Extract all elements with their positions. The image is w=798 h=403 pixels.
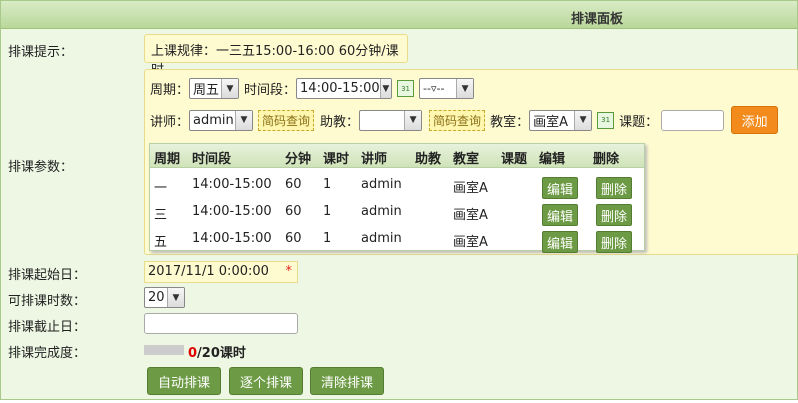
header-weekday: 周期: [154, 152, 181, 167]
params-label: 排课参数：: [8, 160, 74, 175]
classroom-label: 教室：: [490, 114, 530, 130]
end-date-input[interactable]: [144, 313, 298, 334]
clear-schedule-button[interactable]: 清除排课: [310, 367, 384, 395]
cell-weekday: 一: [154, 181, 168, 196]
cell-hours: 1: [323, 204, 332, 219]
completion-total: /20课时: [197, 346, 246, 361]
chevron-down-icon: ▼: [574, 110, 592, 130]
start-date-label: 排课起始日：: [8, 268, 87, 283]
chevron-down-icon: ▼: [221, 79, 239, 98]
cell-minutes: 60: [285, 177, 302, 192]
start-date-value: 2017/11/1 0:00:00: [148, 264, 269, 279]
cell-teacher: admin: [361, 204, 402, 219]
header-edit: 编辑: [539, 152, 566, 167]
hint-label: 排课提示：: [8, 45, 74, 60]
timeslot-select-value: 14:00-15:00: [300, 81, 380, 96]
cell-teacher: admin: [361, 231, 402, 246]
schedule-table: 周期 时间段 分钟 课时 讲师 助教 教室 课题 编辑 删除 一 14:00-1…: [149, 143, 645, 253]
cell-room: 画室A: [453, 181, 488, 196]
delete-button[interactable]: 删除: [596, 204, 633, 226]
topic-label: 课题：: [619, 114, 659, 130]
classroom-select[interactable]: 画室A ▼: [529, 109, 593, 131]
panel-title: 排课面板: [571, 12, 624, 27]
cell-teacher: admin: [361, 177, 402, 192]
chevron-down-icon: ▼: [456, 79, 474, 98]
header-minutes: 分钟: [285, 152, 312, 167]
cell-room: 画室A: [453, 235, 488, 250]
hours-select[interactable]: 20 ▼: [144, 287, 185, 308]
required-mark: *: [285, 264, 293, 279]
cell-hours: 1: [323, 231, 332, 246]
teacher-label: 讲师：: [150, 114, 190, 130]
cell-weekday: 三: [154, 208, 168, 223]
hint-box: 上课规律：一三五15:00-16:00 60分钟/课时: [144, 34, 408, 78]
chevron-down-icon: ▼: [379, 79, 392, 98]
one-by-one-schedule-button[interactable]: 逐个排课: [229, 367, 303, 395]
cell-time: 14:00-15:00: [192, 177, 272, 192]
params-row-2: 讲师： admin ▼ 简码查询 助教： ▼ 简码查询 教室： 画室A ▼ 31…: [150, 106, 779, 134]
cell-minutes: 60: [285, 204, 302, 219]
hours-select-value: 20: [148, 290, 165, 305]
weekday-select[interactable]: 周五 ▼: [189, 78, 240, 99]
completion-progress-bar: [144, 345, 184, 355]
cell-hours: 1: [323, 177, 332, 192]
chevron-down-icon: ▼: [167, 288, 184, 307]
timeslot-select[interactable]: 14:00-15:00 ▼: [296, 78, 393, 99]
completion-done: 0: [188, 346, 198, 361]
end-date-label: 排课截止日：: [8, 320, 87, 335]
schedule-panel: 排课面板 排课提示： 上课规律：一三五15:00-16:00 60分钟/课时 排…: [0, 0, 798, 400]
table-row: 三 14:00-15:00 60 1 admin 画室A 编辑 删除: [150, 198, 644, 226]
header-delete: 删除: [593, 152, 620, 167]
cell-room: 画室A: [453, 208, 488, 223]
timeslot-label: 时间段：: [244, 83, 297, 98]
header-assistant: 助教: [415, 152, 442, 167]
delete-button[interactable]: 删除: [596, 177, 633, 199]
delete-button[interactable]: 删除: [596, 231, 633, 253]
edit-button[interactable]: 编辑: [542, 177, 579, 199]
cell-time: 14:00-15:00: [192, 204, 272, 219]
table-header: 周期 时间段 分钟 课时 讲师 助教 教室 课题 编辑 删除: [150, 144, 644, 168]
table-row: 一 14:00-15:00 60 1 admin 画室A 编辑 删除: [150, 171, 644, 199]
header-teacher: 讲师: [361, 152, 388, 167]
params-row-1: 周期： 周五 ▼ 时间段： 14:00-15:00 ▼ 31 --▿-- ▼: [150, 78, 475, 99]
extra-select-value: --▿--: [423, 82, 445, 95]
teacher-select-value: admin: [193, 112, 234, 128]
weekday-select-value: 周五: [193, 83, 220, 98]
classroom-select-value: 画室A: [533, 114, 568, 130]
header-hours: 课时: [323, 152, 350, 167]
cell-minutes: 60: [285, 231, 302, 246]
weekday-label: 周期：: [150, 83, 190, 98]
topic-input[interactable]: [661, 109, 725, 131]
calendar-icon[interactable]: 31: [397, 80, 415, 97]
hours-label: 可排课时数：: [8, 294, 87, 309]
edit-button[interactable]: 编辑: [542, 231, 579, 253]
table-row: 五 14:00-15:00 60 1 admin 画室A 编辑 删除: [150, 225, 644, 253]
add-button[interactable]: 添加: [731, 106, 779, 134]
calendar-icon[interactable]: 31: [597, 111, 615, 129]
start-date-input[interactable]: 2017/11/1 0:00:00 *: [144, 261, 298, 283]
chevron-down-icon: ▼: [404, 110, 422, 130]
header-topic: 课题: [501, 152, 528, 167]
auto-schedule-button[interactable]: 自动排课: [147, 367, 221, 395]
assistant-query-button[interactable]: 简码查询: [429, 109, 486, 131]
edit-button[interactable]: 编辑: [542, 204, 579, 226]
teacher-select[interactable]: admin ▼: [189, 109, 254, 131]
panel-title-bar: 排课面板: [1, 1, 797, 29]
assistant-label: 助教：: [320, 114, 360, 130]
cell-time: 14:00-15:00: [192, 231, 272, 246]
assistant-select[interactable]: ▼: [359, 109, 423, 131]
header-room: 教室: [453, 152, 480, 167]
header-time: 时间段: [192, 152, 232, 167]
cell-weekday: 五: [154, 235, 168, 250]
completion-text: 0/20课时: [188, 342, 246, 361]
teacher-query-button[interactable]: 简码查询: [258, 109, 315, 131]
extra-select[interactable]: --▿-- ▼: [419, 78, 475, 99]
completion-label: 排课完成度：: [8, 346, 87, 361]
chevron-down-icon: ▼: [235, 110, 253, 130]
